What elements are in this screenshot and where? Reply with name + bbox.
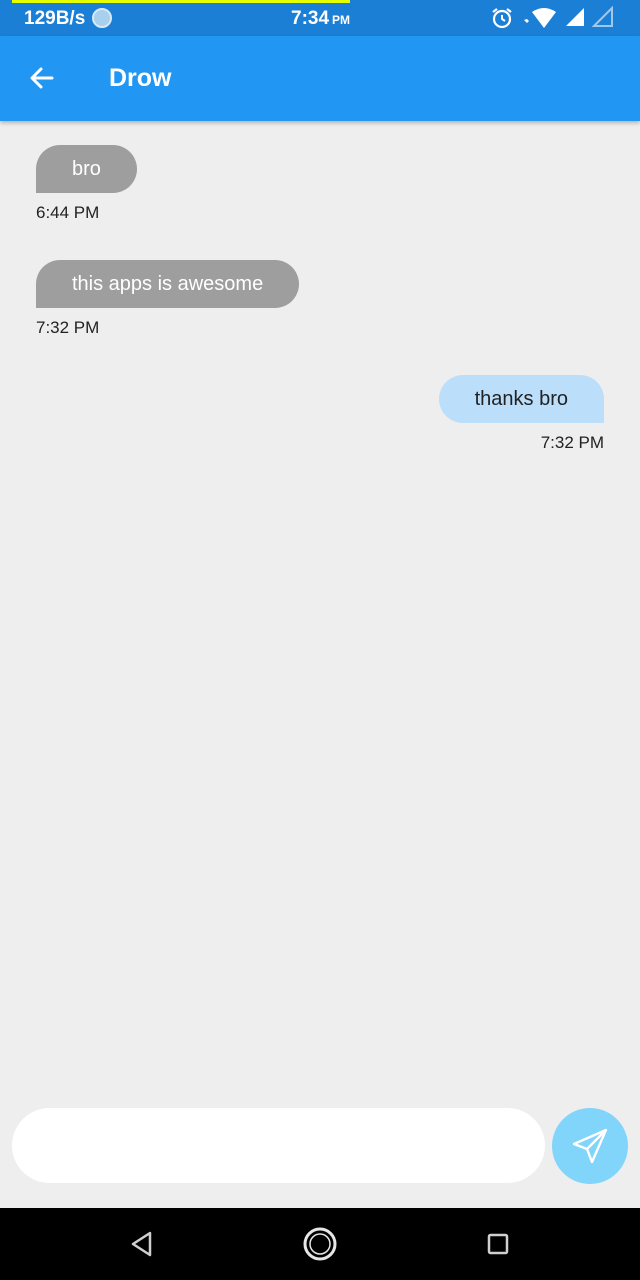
message-bubble[interactable]: this apps is awesome [36,260,300,308]
message-item-received: bro 6:44 PM [36,145,137,223]
home-circle-icon [303,1227,337,1261]
download-progress-bar [12,0,350,3]
wifi-icon [524,8,556,28]
message-time: 6:44 PM [36,203,100,222]
network-speed: 129B/s [24,8,86,29]
status-bar: 129B/s 7:34 PM [0,0,640,36]
app-bar: Drow [0,36,640,121]
recents-square-icon [487,1233,509,1255]
back-triangle-icon [131,1231,152,1257]
arrow-left-icon [30,67,54,89]
nav-recents-button[interactable] [478,1224,518,1264]
signal-empty-icon [592,6,613,27]
back-button[interactable] [22,58,62,98]
status-clock: 7:34 [291,8,330,29]
message-item-received: this apps is awesome 7:32 PM [36,260,300,338]
message-time: 7:32 PM [36,318,100,337]
status-time: 7:34 PM [291,8,350,30]
signal-icon [566,8,584,26]
status-ampm: PM [332,13,351,27]
system-nav-bar [0,1208,640,1280]
message-time: 7:32 PM [540,433,604,452]
message-bubble[interactable]: bro [36,145,137,193]
nav-back-button[interactable] [122,1224,162,1264]
message-list[interactable]: bro 6:44 PM this apps is awesome 7:32 PM… [0,121,640,1096]
message-item-sent: thanks bro 7:32 PM [438,375,604,453]
alarm-icon [492,8,512,29]
message-bubble[interactable]: thanks bro [438,375,604,423]
message-input[interactable] [12,1108,545,1183]
chat-title: Drow [109,64,172,92]
nav-home-button[interactable] [300,1224,340,1264]
message-composer [0,1096,640,1208]
send-button[interactable] [552,1108,628,1184]
send-icon [572,1128,608,1164]
sync-icon [92,8,112,28]
